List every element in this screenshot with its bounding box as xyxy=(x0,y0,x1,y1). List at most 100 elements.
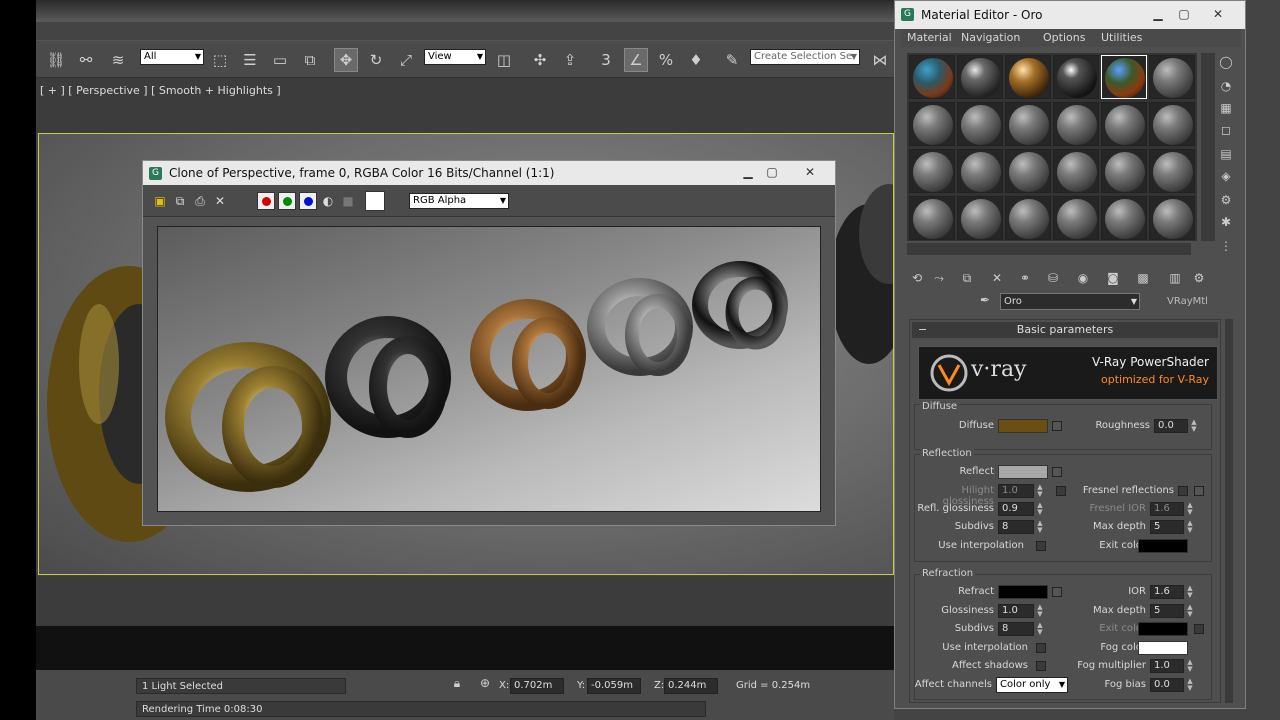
red-channel-toggle[interactable] xyxy=(257,192,275,210)
material-slot[interactable] xyxy=(957,196,1003,240)
clear-color-swatch[interactable] xyxy=(365,191,385,211)
material-slot[interactable] xyxy=(1005,55,1051,99)
select-manipulate-icon[interactable]: ✣ xyxy=(528,48,552,72)
refract-map-button[interactable] xyxy=(1052,587,1062,597)
fog-color-swatch[interactable] xyxy=(1138,641,1188,655)
clear-icon[interactable]: ✕ xyxy=(213,194,227,208)
scale-icon[interactable]: ⤢ xyxy=(394,48,418,72)
slots-horizontal-scrollbar[interactable] xyxy=(907,243,1191,255)
fog-bias-input[interactable]: 0.0 xyxy=(1150,678,1184,692)
refl-use-interpolation-checkbox[interactable] xyxy=(1036,541,1046,551)
viewport-label[interactable]: [ + ] [ Perspective ] [ Smooth + Highlig… xyxy=(40,84,281,97)
material-navigator-icon[interactable]: ⋮ xyxy=(1217,237,1235,255)
window-crossing-icon[interactable]: ⧉ xyxy=(298,48,322,72)
show-end-result-icon[interactable]: ▩ xyxy=(1133,269,1153,287)
menu-material[interactable]: Material xyxy=(907,31,952,44)
roughness-input[interactable]: 0.0 xyxy=(1154,419,1188,433)
edit-named-selection-icon[interactable]: ✎ xyxy=(720,48,744,72)
refr-use-interpolation-checkbox[interactable] xyxy=(1036,643,1046,653)
maximize-icon[interactable]: ▢ xyxy=(1173,5,1195,23)
mirror-icon[interactable]: ⋈ xyxy=(868,48,892,72)
alpha-channel-icon[interactable]: ◐ xyxy=(321,194,335,208)
rectangle-selection-icon[interactable]: ▭ xyxy=(268,48,292,72)
material-slot[interactable] xyxy=(1053,149,1099,193)
x-coord-input[interactable]: 0.702m xyxy=(510,678,564,694)
refr-glossiness-input[interactable]: 1.0 xyxy=(998,604,1034,618)
material-slot[interactable] xyxy=(909,102,955,146)
reflect-map-button[interactable] xyxy=(1052,467,1062,477)
pivot-center-icon[interactable]: ◫ xyxy=(492,48,516,72)
refl-glossiness-spinner[interactable]: ▲ ▼ xyxy=(1036,502,1044,516)
blue-channel-toggle[interactable] xyxy=(299,192,317,210)
material-slot[interactable] xyxy=(1101,102,1147,146)
fresnel-reflections-checkbox[interactable] xyxy=(1178,486,1188,496)
params-scrollbar[interactable] xyxy=(1225,319,1233,703)
close-icon[interactable]: ✕ xyxy=(1207,5,1229,23)
put-to-library-icon[interactable]: ⛁ xyxy=(1043,269,1063,287)
rotate-icon[interactable]: ↻ xyxy=(364,48,388,72)
material-slot[interactable] xyxy=(1053,102,1099,146)
refr-max-depth-spinner[interactable]: ▲ ▼ xyxy=(1186,604,1194,618)
affect-channels-dropdown[interactable]: Color only ▼ xyxy=(996,677,1068,693)
percent-snap-icon[interactable]: % xyxy=(654,48,678,72)
material-slot[interactable] xyxy=(1149,102,1195,146)
affect-shadows-checkbox[interactable] xyxy=(1036,661,1046,671)
refl-exit-color-swatch[interactable] xyxy=(1138,539,1188,553)
fog-multiplier-spinner[interactable]: ▲ ▼ xyxy=(1186,659,1194,673)
minimize-icon[interactable]: ▁ xyxy=(737,163,759,181)
refr-subdivs-spinner[interactable]: ▲ ▼ xyxy=(1036,622,1044,636)
make-preview-icon[interactable]: ◈ xyxy=(1217,167,1235,185)
material-type-button[interactable]: VRayMtl xyxy=(1167,296,1208,307)
minimize-icon[interactable]: ▁ xyxy=(1147,5,1169,23)
refr-subdivs-input[interactable]: 8 xyxy=(998,622,1034,636)
material-slot[interactable] xyxy=(957,102,1003,146)
material-slot[interactable] xyxy=(1005,149,1051,193)
material-slot[interactable] xyxy=(1101,149,1147,193)
uv-tiling-icon[interactable]: ◻ xyxy=(1217,121,1235,139)
hilight-lock-checkbox[interactable] xyxy=(1056,486,1066,496)
copy-image-icon[interactable]: ⧉ xyxy=(173,194,187,208)
eyedropper-icon[interactable]: ✒ xyxy=(977,293,993,309)
backlight-icon[interactable]: ◔ xyxy=(1217,77,1235,95)
refr-exit-color-swatch[interactable] xyxy=(1138,622,1188,636)
z-coord-input[interactable]: 0.244m xyxy=(664,678,718,694)
go-to-parent-icon[interactable]: ▥ xyxy=(1165,269,1185,287)
ior-input[interactable]: 1.6 xyxy=(1150,585,1184,599)
monochrome-icon[interactable]: ■ xyxy=(341,194,355,208)
reference-coord-dropdown[interactable]: View ▼ xyxy=(424,49,486,65)
selection-filter-dropdown[interactable]: All ▼ xyxy=(140,49,204,65)
show-in-viewport-icon[interactable]: ◙ xyxy=(1103,269,1123,287)
render-window-titlebar[interactable]: G Clone of Perspective, frame 0, RGBA Co… xyxy=(143,161,835,185)
refract-color-swatch[interactable] xyxy=(998,585,1048,599)
make-unique-icon[interactable]: ⚭ xyxy=(1015,269,1035,287)
green-channel-toggle[interactable] xyxy=(278,192,296,210)
video-color-check-icon[interactable]: ▤ xyxy=(1217,145,1235,163)
go-forward-sibling-icon[interactable]: ⚙ xyxy=(1189,269,1209,287)
refr-exit-color-checkbox[interactable] xyxy=(1194,624,1204,634)
bind-spacewarp-icon[interactable]: ≋ xyxy=(106,48,130,72)
refl-subdivs-input[interactable]: 8 xyxy=(998,520,1034,534)
refr-max-depth-input[interactable]: 5 xyxy=(1150,604,1184,618)
menu-navigation[interactable]: Navigation xyxy=(961,31,1020,44)
material-slot[interactable] xyxy=(1149,196,1195,240)
material-slot[interactable] xyxy=(957,55,1003,99)
refl-max-depth-spinner[interactable]: ▲ ▼ xyxy=(1186,520,1194,534)
get-material-icon[interactable]: ⟲ xyxy=(907,269,927,287)
material-slot[interactable] xyxy=(1005,102,1051,146)
lock-icon[interactable]: 🔒︎ xyxy=(448,674,466,692)
unlink-icon[interactable]: ⚯ xyxy=(74,48,98,72)
material-slot[interactable] xyxy=(1149,55,1195,99)
link-icon[interactable]: ⛓ xyxy=(44,48,68,72)
fog-bias-spinner[interactable]: ▲ ▼ xyxy=(1186,678,1194,692)
assign-to-selection-icon[interactable]: ⧉ xyxy=(957,269,977,287)
material-slot[interactable] xyxy=(957,149,1003,193)
select-object-icon[interactable]: ⬚ xyxy=(208,48,232,72)
sample-type-icon[interactable]: ◯ xyxy=(1217,53,1235,71)
material-slot[interactable] xyxy=(1053,55,1099,99)
diffuse-color-swatch[interactable] xyxy=(998,419,1048,433)
options-icon[interactable]: ⚙ xyxy=(1217,191,1235,209)
absolute-mode-icon[interactable]: ⊕ xyxy=(476,674,494,692)
refl-subdivs-spinner[interactable]: ▲ ▼ xyxy=(1036,520,1044,534)
refr-glossiness-spinner[interactable]: ▲ ▼ xyxy=(1036,604,1044,618)
select-by-material-icon[interactable]: ✱ xyxy=(1217,213,1235,231)
